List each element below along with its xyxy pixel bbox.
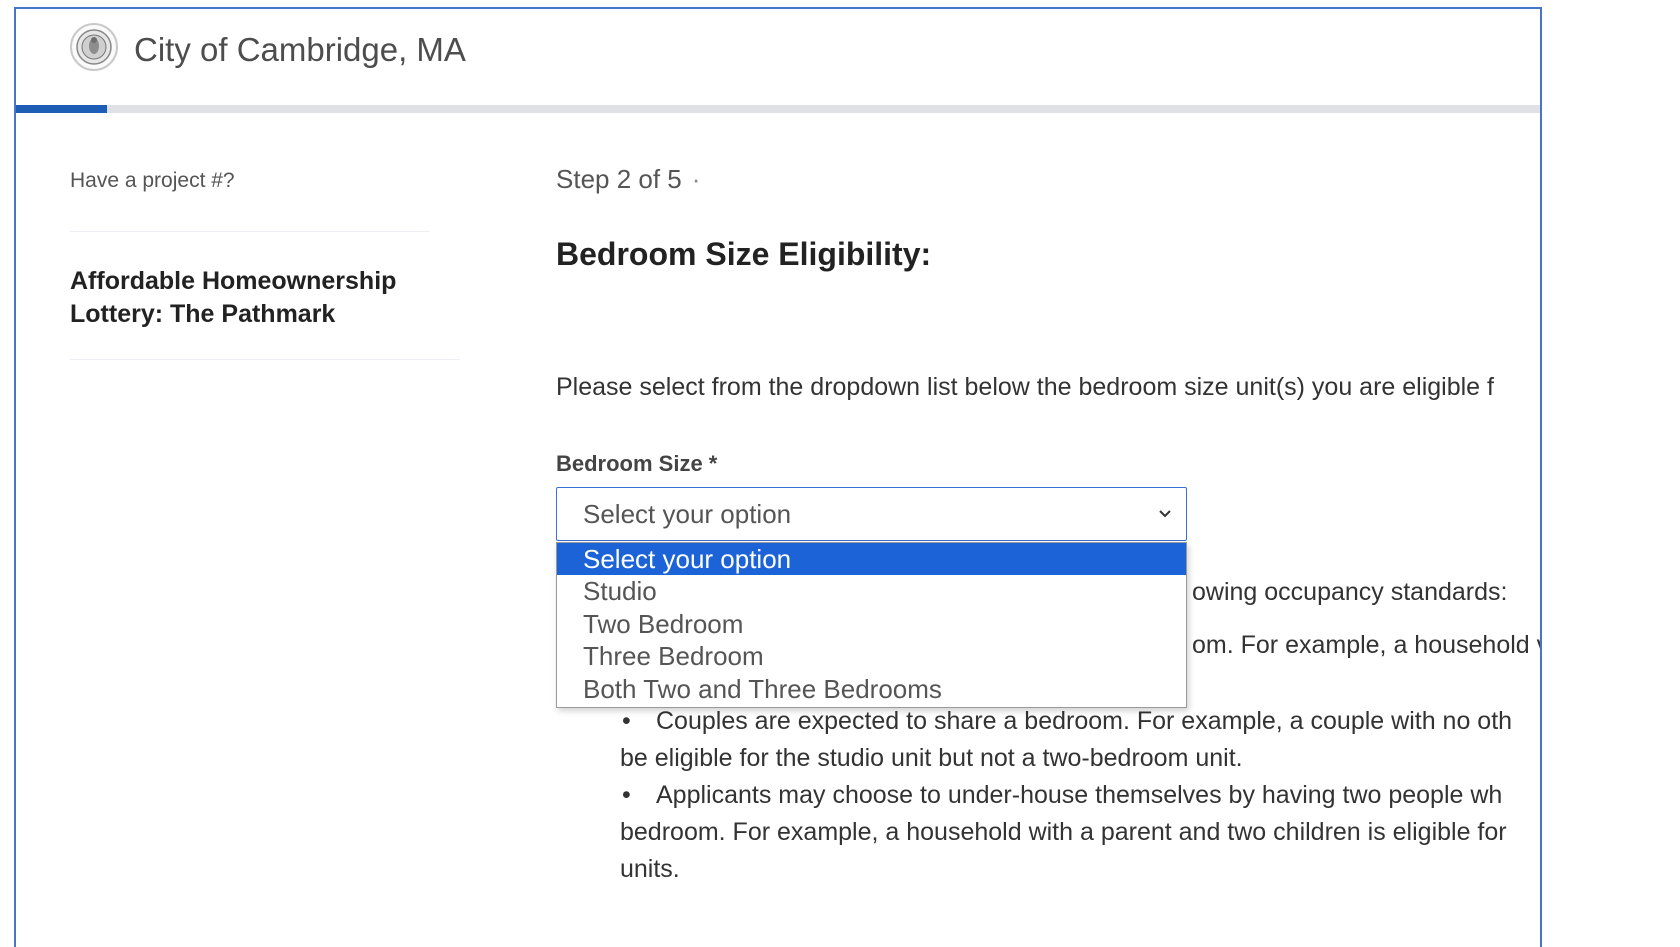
chevron-down-icon bbox=[1159, 510, 1171, 518]
progress-fill bbox=[16, 105, 108, 113]
bullet2-line1: Applicants may choose to under-house the… bbox=[656, 781, 1503, 809]
browser-frame: City of Cambridge, MA Have a project #? … bbox=[14, 7, 1542, 947]
bullet-glyph: • bbox=[622, 707, 631, 735]
dropdown-option[interactable]: Three Bedroom bbox=[557, 640, 1186, 672]
bullet2-line3: units. bbox=[620, 855, 680, 883]
sidebar-divider bbox=[70, 359, 460, 360]
step-separator: · bbox=[691, 164, 701, 194]
bedroom-size-label: Bedroom Size * bbox=[556, 451, 718, 476]
project-number-link[interactable]: Have a project #? bbox=[70, 169, 235, 193]
bedroom-size-select[interactable]: Select your option bbox=[556, 487, 1187, 541]
site-header: City of Cambridge, MA bbox=[16, 9, 1540, 113]
bullet1-line2: be eligible for the studio unit but not … bbox=[620, 744, 1243, 772]
dropdown-option[interactable]: Select your option bbox=[557, 543, 1186, 576]
step-label: Step 2 of 5 bbox=[556, 164, 682, 194]
step-indicator: Step 2 of 5 · bbox=[556, 164, 700, 195]
lottery-title: Affordable Homeownership Lottery: The Pa… bbox=[70, 267, 397, 328]
dropdown-option[interactable]: Both Two and Three Bedrooms bbox=[557, 673, 1186, 705]
example-line: om. For example, a household v bbox=[1192, 631, 1542, 659]
bedroom-size-dropdown-list: Select your option Studio Two Bedroom Three… bbox=[556, 542, 1187, 708]
select-current-value: Select your option bbox=[583, 499, 792, 529]
site-title[interactable]: City of Cambridge, MA bbox=[134, 31, 466, 69]
section-heading: Bedroom Size Eligibility: bbox=[556, 236, 932, 272]
intro-text: Please select from the dropdown list bel… bbox=[556, 373, 1494, 401]
sidebar: Have a project #? Affordable Homeownersh… bbox=[70, 169, 470, 360]
occupancy-line: owing occupancy standards: bbox=[1192, 578, 1508, 606]
dropdown-option[interactable]: Two Bedroom bbox=[557, 608, 1186, 640]
dropdown-option[interactable]: Studio bbox=[557, 575, 1186, 607]
sidebar-divider bbox=[70, 231, 430, 232]
bullet1-line1: Couples are expected to share a bedroom.… bbox=[656, 707, 1513, 735]
bullet-glyph: • bbox=[622, 781, 631, 809]
city-seal-icon[interactable] bbox=[70, 23, 118, 71]
progress-bar bbox=[16, 105, 1540, 113]
bullet2-line2: bedroom. For example, a household with a… bbox=[620, 818, 1507, 846]
